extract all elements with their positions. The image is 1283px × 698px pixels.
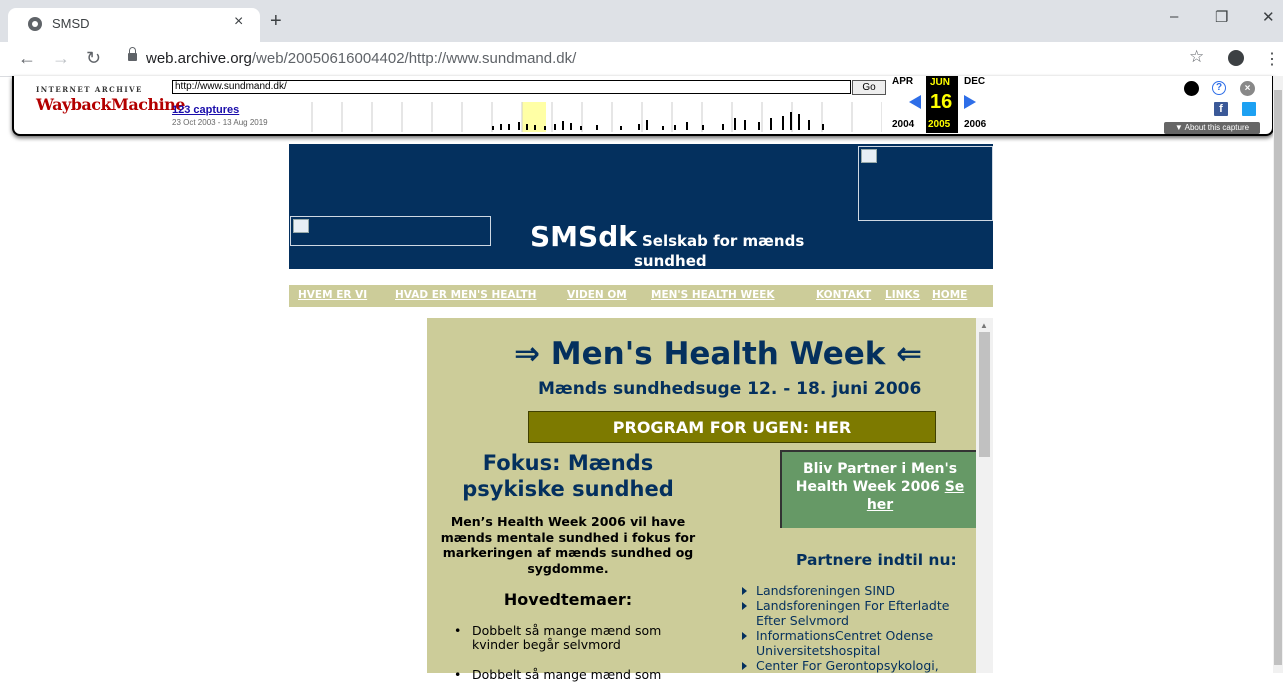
- nav-kontakt[interactable]: KONTAKT: [816, 289, 871, 301]
- captures-link[interactable]: 123 captures: [172, 104, 239, 116]
- nav-links[interactable]: LINKS: [885, 289, 920, 301]
- list-item: Dobbelt så mange mænd som kvinder begår …: [454, 624, 704, 652]
- tab-close-button[interactable]: ×: [234, 13, 243, 31]
- forward-icon[interactable]: →: [52, 48, 70, 69]
- partner-callout-label: Bliv Partner i Men's Health Week 2006: [795, 461, 958, 495]
- frame-scrollbar[interactable]: ▲: [976, 318, 993, 673]
- account-icon[interactable]: [1228, 50, 1244, 66]
- twitter-icon[interactable]: [1242, 102, 1256, 116]
- themes-list: Dobbelt så mange mænd som kvinder begår …: [454, 624, 704, 698]
- next-capture-arrow-icon[interactable]: [964, 95, 976, 109]
- nav-hvad-er-mens-health[interactable]: HVAD ER MEN'S HEALTH: [395, 289, 536, 301]
- capture-sparkline[interactable]: [282, 102, 882, 132]
- minimize-button[interactable]: –: [1170, 8, 1178, 25]
- list-item[interactable]: Landsforeningen SIND: [740, 583, 980, 598]
- hovedtemaer-heading: Hovedtemaer:: [503, 590, 633, 609]
- partners-list: Landsforeningen SIND Landsforeningen For…: [740, 583, 980, 673]
- site-nav: HVEM ER VI HVAD ER MEN'S HEALTH VIDEN OM…: [289, 285, 993, 307]
- captures-range: 23 Oct 2003 - 13 Aug 2019: [172, 118, 268, 127]
- prev-year-label[interactable]: 2004: [892, 119, 914, 130]
- wayback-logo[interactable]: WaybackMachine: [36, 95, 185, 114]
- header-broken-image-2: [290, 216, 491, 246]
- tab-strip: SMSD × + – ❐ ✕: [0, 0, 1283, 42]
- list-item: Dobbelt så mange mænd som: [454, 668, 704, 683]
- current-year-label: 2005: [928, 119, 951, 130]
- nav-mens-health-week[interactable]: MEN'S HEALTH WEEK: [651, 289, 775, 301]
- help-icon[interactable]: ?: [1212, 81, 1226, 95]
- about-capture-button[interactable]: ▼ About this capture: [1164, 122, 1260, 134]
- browser-tab[interactable]: SMSD ×: [8, 8, 260, 42]
- wayback-toolbar: INTERNET ARCHIVE WaybackMachine http://w…: [12, 76, 1274, 136]
- dates-subtitle: Mænds sundhedsuge 12. - 18. juni 2006: [538, 379, 922, 399]
- close-toolbar-icon[interactable]: ×: [1240, 81, 1255, 96]
- current-day-label: 16: [930, 91, 953, 113]
- reload-icon[interactable]: ↻: [86, 48, 101, 69]
- close-window-button[interactable]: ✕: [1262, 8, 1275, 26]
- page-scroll-thumb[interactable]: [1274, 90, 1282, 665]
- headline: ⇒ Men's Health Week ⇐: [514, 336, 923, 372]
- site-tagline-2: sundhed: [634, 252, 707, 270]
- broken-image-icon: [293, 219, 309, 233]
- wayback-go-button[interactable]: Go: [852, 80, 886, 95]
- next-month-label[interactable]: DEC: [964, 76, 985, 87]
- program-button[interactable]: PROGRAM FOR UGEN: HER: [528, 411, 936, 443]
- bookmark-star-icon[interactable]: ☆: [1189, 47, 1204, 67]
- facebook-icon[interactable]: f: [1214, 102, 1228, 116]
- lock-icon: [128, 47, 137, 61]
- partner-callout-text: Bliv Partner i Men's Health Week 2006 Se…: [782, 460, 978, 514]
- globe-icon: [28, 17, 42, 31]
- site-tagline-1: Selskab for mænds: [642, 232, 805, 250]
- list-item[interactable]: Center For Gerontopsykologi,: [740, 658, 980, 673]
- header-broken-image: [858, 146, 993, 221]
- wayback-logo-top: INTERNET ARCHIVE: [36, 85, 143, 94]
- nav-hvem-er-vi[interactable]: HVEM ER VI: [298, 289, 367, 301]
- address-bar[interactable]: web.archive.org/web/20050616004402/http:…: [146, 50, 576, 67]
- fokus-heading: Fokus: Mænds psykiske sundhed: [462, 451, 674, 501]
- current-month-label: JUN: [930, 77, 951, 88]
- frame-scroll-thumb[interactable]: [979, 332, 990, 457]
- prev-month-label[interactable]: APR: [892, 76, 913, 87]
- next-year-label[interactable]: 2006: [964, 119, 986, 130]
- tab-title: SMSD: [52, 16, 90, 31]
- partnere-heading: Partnere indtil nu:: [796, 551, 957, 569]
- new-tab-button[interactable]: +: [270, 11, 282, 31]
- scroll-up-icon[interactable]: ▲: [980, 321, 988, 330]
- nav-home[interactable]: HOME: [932, 289, 967, 301]
- list-item[interactable]: Landsforeningen For Efterladte Efter Sel…: [740, 598, 980, 628]
- wayback-url-input[interactable]: http://www.sundmand.dk/: [172, 80, 851, 94]
- back-icon[interactable]: ←: [18, 48, 36, 69]
- url-path: /web/20050616004402/http://www.sundmand.…: [251, 50, 577, 67]
- intro-text: Men’s Health Week 2006 vil have mænds me…: [440, 514, 696, 576]
- program-label: PROGRAM FOR UGEN: HER: [612, 418, 852, 437]
- menu-icon[interactable]: ⋮: [1264, 49, 1280, 69]
- partner-callout: Bliv Partner i Men's Health Week 2006 Se…: [780, 450, 978, 528]
- site-logo[interactable]: SMSdk: [530, 220, 637, 253]
- list-item[interactable]: InformationsCentret Odense Universitetsh…: [740, 628, 980, 658]
- url-host: web.archive.org: [146, 50, 252, 67]
- user-icon[interactable]: [1184, 81, 1199, 96]
- prev-capture-arrow-icon[interactable]: [909, 95, 921, 109]
- browser-toolbar: ← → ↻ web.archive.org/web/20050616004402…: [0, 42, 1283, 77]
- page-scrollbar[interactable]: [1273, 76, 1283, 673]
- nav-viden-om[interactable]: VIDEN OM: [567, 289, 627, 301]
- maximize-button[interactable]: ❐: [1215, 8, 1228, 26]
- broken-image-icon: [861, 149, 877, 163]
- current-capture-box: JUN 16 2005: [926, 76, 958, 133]
